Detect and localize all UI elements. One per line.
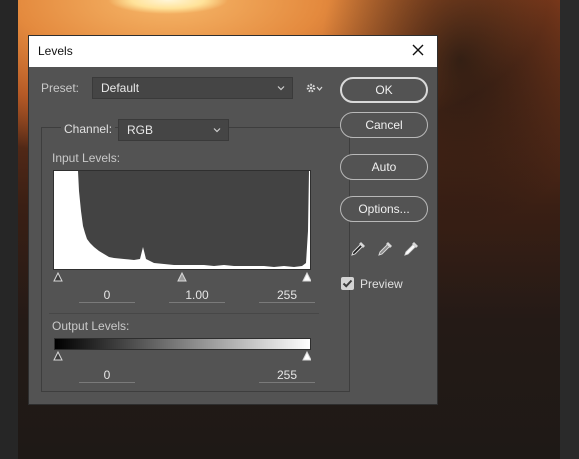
white-eyedropper-icon[interactable]: [401, 239, 421, 259]
output-white-field[interactable]: 255: [259, 367, 315, 383]
auto-button[interactable]: Auto: [340, 154, 428, 180]
preset-value: Default: [101, 81, 140, 95]
close-icon[interactable]: [409, 41, 427, 59]
histogram-graph: [54, 171, 310, 269]
channel-value: RGB: [127, 123, 154, 137]
gear-icon[interactable]: [305, 81, 323, 95]
channel-label: Channel:: [61, 122, 116, 136]
output-black-field[interactable]: 0: [79, 367, 135, 383]
section-divider: [49, 313, 319, 314]
histogram: [53, 170, 311, 270]
input-gamma-handle: [177, 271, 187, 282]
output-white-handle: [302, 350, 311, 361]
preview-checkbox[interactable]: [341, 277, 354, 290]
workspace-edge-right: [560, 0, 579, 459]
input-white-handle: [302, 271, 311, 282]
input-levels-slider[interactable]: [53, 270, 311, 282]
input-black-field[interactable]: 0: [79, 287, 135, 303]
workspace-edge-left: [0, 0, 18, 459]
channel-select[interactable]: RGB: [118, 119, 229, 141]
black-eyedropper-icon[interactable]: [348, 239, 368, 259]
dialog-title: Levels: [38, 44, 73, 58]
input-black-handle: [53, 271, 63, 282]
input-white-field[interactable]: 255: [259, 287, 315, 303]
input-levels-label: Input Levels:: [52, 151, 121, 165]
chevron-down-icon: [213, 128, 221, 133]
preset-label: Preset:: [41, 81, 80, 95]
chevron-down-icon: [277, 86, 285, 91]
checkmark-icon: [342, 279, 353, 288]
output-levels-slider[interactable]: [53, 349, 311, 361]
ok-button[interactable]: OK: [340, 77, 428, 103]
output-levels-label: Output Levels:: [52, 319, 130, 333]
options-button[interactable]: Options...: [340, 196, 428, 222]
cancel-button[interactable]: Cancel: [340, 112, 428, 138]
levels-dialog: Levels Preset: Default Channel: RGB Inpu…: [28, 35, 438, 405]
gray-eyedropper-icon[interactable]: [375, 239, 395, 259]
output-black-handle: [53, 350, 63, 361]
preview-label: Preview: [360, 277, 403, 291]
dialog-titlebar[interactable]: Levels: [29, 36, 437, 67]
preset-select[interactable]: Default: [92, 77, 293, 99]
input-gamma-field[interactable]: 1.00: [169, 287, 225, 303]
